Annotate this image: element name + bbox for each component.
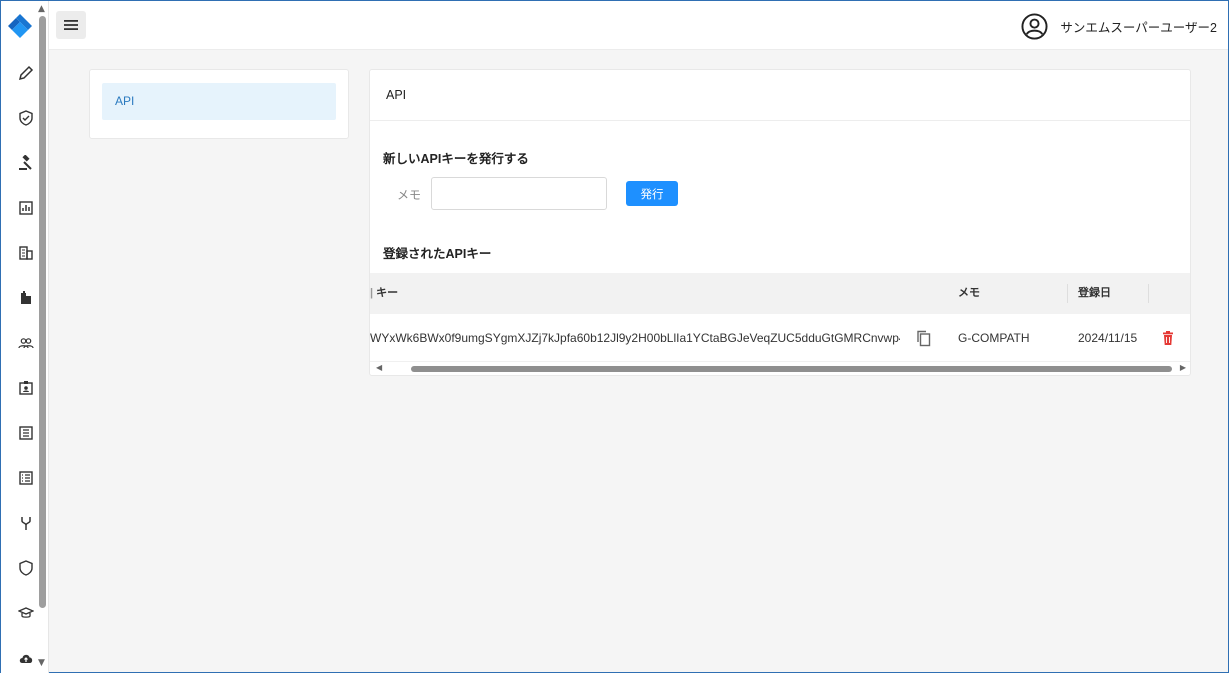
column-divider bbox=[1067, 284, 1068, 303]
registered-keys-title: 登録されたAPIキー bbox=[383, 247, 492, 261]
top-bar: サンエムスーパーユーザー2 bbox=[49, 1, 1228, 50]
api-key-value: WYxWk6BWx0f9umgSYgmXJZj7kJpfa60b12Jl9y2H… bbox=[370, 331, 900, 345]
column-header-key: | キー bbox=[370, 287, 399, 299]
issue-button[interactable]: 発行 bbox=[626, 181, 678, 206]
hamburger-icon bbox=[64, 20, 78, 30]
list-icon[interactable] bbox=[15, 467, 37, 489]
api-key-date: 2024/11/15 bbox=[1078, 331, 1138, 345]
chart-icon[interactable] bbox=[15, 197, 37, 219]
scrollbar-thumb[interactable] bbox=[411, 366, 1172, 372]
scroll-left-icon[interactable]: ◀ bbox=[376, 363, 382, 372]
user-name: サンエムスーパーユーザー2 bbox=[1060, 20, 1217, 35]
icon-rail: ▲ ▼ bbox=[1, 1, 49, 673]
scroll-right-icon[interactable]: ▶ bbox=[1180, 363, 1186, 372]
copy-icon[interactable] bbox=[916, 330, 932, 350]
building-icon[interactable] bbox=[15, 242, 37, 264]
table-header: | キー メモ 登録日 bbox=[370, 273, 1190, 314]
rail-scroll-down-icon[interactable]: ▼ bbox=[38, 659, 45, 668]
shield-icon[interactable] bbox=[15, 557, 37, 579]
gavel-icon[interactable] bbox=[15, 152, 37, 174]
memo-input[interactable] bbox=[431, 177, 607, 210]
user-menu[interactable]: サンエムスーパーユーザー2 bbox=[1021, 12, 1217, 40]
new-key-title: 新しいAPIキーを発行する bbox=[383, 152, 529, 166]
settings-nav-item-api[interactable]: API bbox=[102, 83, 336, 120]
users-icon[interactable] bbox=[15, 332, 37, 354]
shield-check-icon[interactable] bbox=[15, 107, 37, 129]
delete-icon[interactable] bbox=[1162, 331, 1174, 348]
column-header-memo: メモ bbox=[958, 287, 980, 299]
fork-icon[interactable] bbox=[15, 512, 37, 534]
rail-scroll-up-icon[interactable]: ▲ bbox=[38, 5, 45, 14]
hamburger-menu-button[interactable] bbox=[56, 11, 86, 39]
contact-list-icon[interactable] bbox=[15, 422, 37, 444]
settings-nav: API bbox=[89, 69, 349, 139]
pencil-icon[interactable] bbox=[15, 62, 37, 84]
app-logo-icon[interactable] bbox=[6, 14, 34, 38]
api-card: API 新しいAPIキーを発行する メモ 発行 登録されたAPIキー | キー … bbox=[369, 69, 1191, 376]
table-horizontal-scrollbar[interactable]: ◀ ▶ bbox=[370, 362, 1190, 374]
column-header-date: 登録日 bbox=[1078, 287, 1111, 299]
city-icon[interactable] bbox=[15, 287, 37, 309]
table-row: WYxWk6BWx0f9umgSYgmXJZj7kJpfa60b12Jl9y2H… bbox=[370, 314, 1190, 362]
rail-scrollbar[interactable] bbox=[39, 16, 46, 608]
memo-label: メモ bbox=[397, 188, 422, 202]
card-title: API bbox=[370, 70, 1190, 121]
id-card-icon[interactable] bbox=[15, 377, 37, 399]
column-divider bbox=[1148, 284, 1149, 303]
cloud-upload-icon[interactable] bbox=[15, 647, 37, 669]
graduation-cap-icon[interactable] bbox=[15, 602, 37, 624]
user-avatar-icon bbox=[1021, 12, 1048, 40]
api-key-memo: G-COMPATH bbox=[958, 331, 1030, 345]
